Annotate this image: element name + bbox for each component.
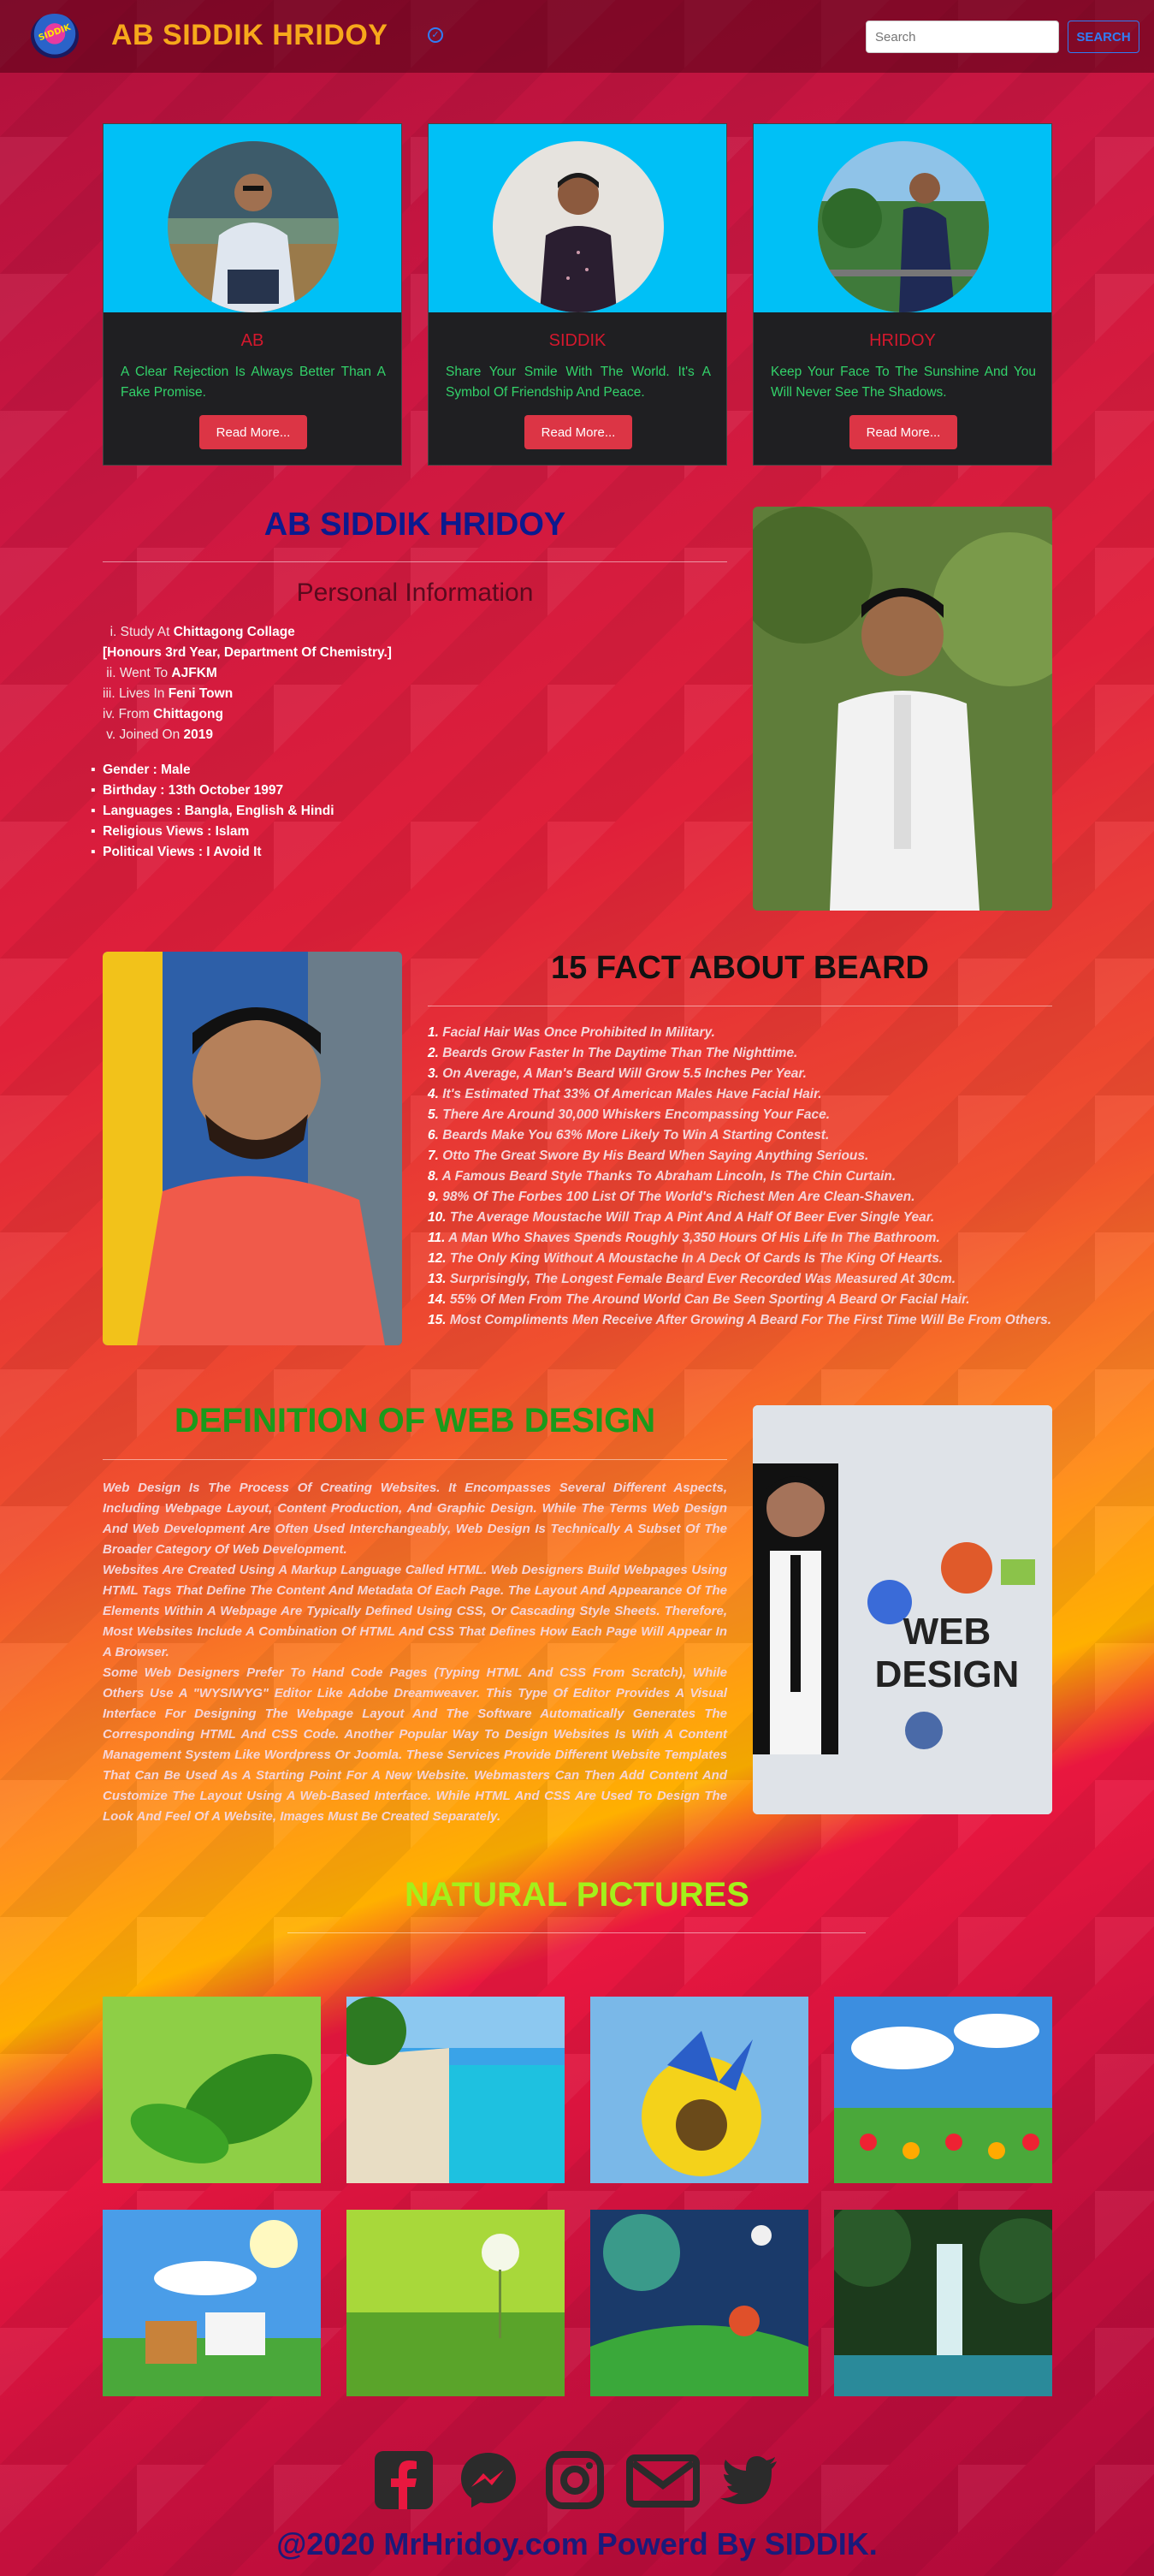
list-item: 9. 98% Of The Forbes 100 List Of The Wor… [428,1190,915,1204]
list-item: ii. Went To AJFKM [103,666,217,680]
gallery-image-green-leaves[interactable] [103,1997,321,2183]
read-more-button[interactable]: Read More... [524,415,632,449]
paragraph: Some Web Designers Prefer To Hand Code P… [103,1665,727,1824]
paragraph: Websites Are Created Using A Markup Lang… [103,1563,727,1659]
list-item: 2. Beards Grow Faster In The Daytime Tha… [428,1046,798,1060]
list-item: 7. Otto The Great Swore By His Beard Whe… [428,1149,869,1163]
gallery-image-tulip-field[interactable] [834,1997,1052,2183]
beard-title: 15 FACT ABOUT BEARD [551,950,929,986]
read-more-button[interactable]: Read More... [849,415,957,449]
list-item: 13. Surprisingly, The Longest Female Bea… [428,1272,956,1286]
webdesign-text: Web Design Is The Process Of Creating We… [103,1478,727,1827]
list-item: ▪ Gender : Male [91,763,191,777]
profile-title: AB SIDDIK HRIDOY [263,507,566,543]
divider [103,1459,727,1460]
gallery-image-waterfall[interactable] [834,2210,1052,2396]
facebook-icon[interactable] [373,2449,435,2511]
natural-title: NATURAL PICTURES [405,1876,749,1914]
personal-info-list: i. Study At Chittagong Collage [Honours … [103,622,616,745]
list-item: ▪ Political Views : I Avoid It [91,845,262,859]
brand-title[interactable]: AB SIDDIK HRIDOY [111,19,388,52]
read-more-button[interactable]: Read More... [199,415,307,449]
list-item: 14. 55% Of Men From The Around World Can… [428,1292,970,1307]
gallery-image-beach[interactable] [346,1997,565,2183]
beard-photo [103,952,402,1345]
list-item: iii. Lives In Feni Town [103,686,234,701]
list-item: [Honours 3rd Year, Department Of Chemist… [103,645,392,660]
card-quote: Keep Your Face To The Sunshine And You W… [771,365,1036,400]
twitter-icon[interactable] [719,2449,780,2511]
gallery-image-butterfly-sunflower[interactable] [590,1997,808,2183]
card-quote: A Clear Rejection Is Always Better Than … [121,365,386,400]
list-item: 4. It's Estimated That 33% Of American M… [428,1087,822,1101]
list-item: i. Study At Chittagong Collage [103,625,295,639]
webdesign-title: DEFINITION OF WEB DESIGN [174,1402,656,1439]
profile-card-siddik: SIDDIK Share Your Smile With The World. … [428,123,727,466]
profile-card-hridoy: HRIDOY Keep Your Face To The Sunshine An… [753,123,1052,466]
personal-details-list: ▪ Gender : Male ▪ Birthday : 13th Octobe… [91,760,604,863]
profile-card-ab: AB A Clear Rejection Is Always Better Th… [103,123,402,466]
divider [103,561,727,562]
card-header [104,124,401,312]
paragraph: Web Design Is The Process Of Creating We… [103,1481,727,1557]
divider [287,1932,866,1933]
list-item: 8. A Famous Beard Style Thanks To Abraha… [428,1169,897,1184]
card-quote: Share Your Smile With The World. It's A … [446,365,711,400]
list-item: 6. Beards Make You 63% More Likely To Wi… [428,1128,830,1143]
messenger-icon[interactable] [458,2449,519,2511]
list-item: v. Joined On 2019 [103,727,213,742]
list-item: 15. Most Compliments Men Receive After G… [428,1313,1052,1327]
list-item: iv. From Chittagong [103,707,223,721]
list-item: ▪ Birthday : 13th October 1997 [91,783,284,798]
mail-icon[interactable] [626,2449,700,2511]
list-item: 11. A Man Who Shaves Spends Roughly 3,35… [428,1231,940,1245]
card-name: SIDDIK [548,331,607,350]
card-name: HRIDOY [869,331,936,350]
gallery-image-dandelion[interactable] [346,2210,565,2396]
list-item: 12. The Only King Without A Moustache In… [428,1251,944,1266]
list-item: 3. On Average, A Man's Beard Will Grow 5… [428,1066,807,1081]
verified-badge-icon: ✓ [428,27,443,43]
list-item: 5. There Are Around 30,000 Whiskers Enco… [428,1107,831,1122]
card-photo-hridoy [818,141,989,312]
profile-subtitle: Personal Information [296,579,534,607]
card-photo-ab [168,141,339,312]
navbar: SIDDIK AB SIDDIK HRIDOY ✓ SEARCH [0,0,1154,73]
instagram-icon[interactable] [544,2449,606,2511]
profile-photo [753,507,1052,911]
list-item: ▪ Religious Views : Islam [91,824,250,839]
beard-facts-list: 1. Facial Hair Was Once Prohibited In Mi… [428,1023,1052,1331]
list-item: ▪ Languages : Bangla, English & Hindi [91,804,334,818]
search-input[interactable] [866,21,1059,53]
search-button[interactable]: SEARCH [1068,21,1139,53]
card-name: AB [240,331,264,350]
footer-text: @2020 MrHridoy.com Powerd By SIDDIK. [276,2526,878,2561]
card-header [429,124,726,312]
webdesign-image-label: WEB DESIGN [874,1611,1020,1695]
list-item: 1. Facial Hair Was Once Prohibited In Mi… [428,1025,715,1040]
gallery-image-picnic[interactable] [103,2210,321,2396]
gallery-image-fantasy-landscape[interactable] [590,2210,808,2396]
webdesign-image: WEB DESIGN [753,1405,1052,1814]
list-item: 10. The Average Moustache Will Trap A Pi… [428,1210,935,1225]
card-photo-siddik [493,141,664,312]
card-header [754,124,1051,312]
